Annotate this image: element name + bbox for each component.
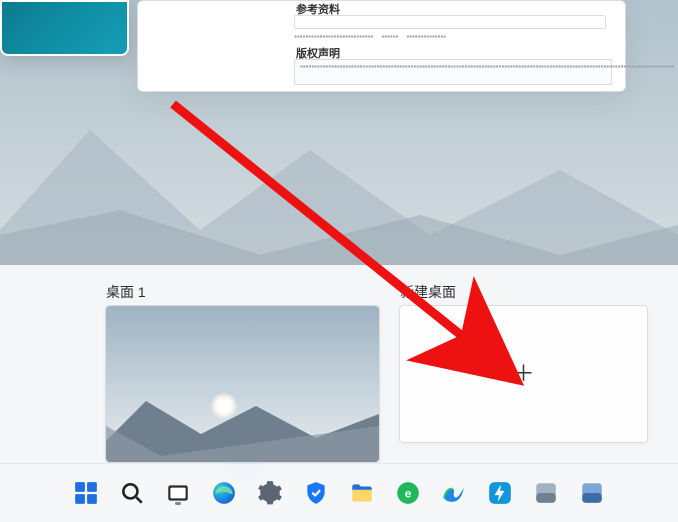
taskbar: e xyxy=(0,463,678,522)
new-desktop-label: 新建桌面 xyxy=(400,282,456,302)
search-button[interactable] xyxy=(116,477,148,509)
thunder-button[interactable] xyxy=(484,477,516,509)
taskbar-active-indicator xyxy=(175,502,181,505)
open-window-thumbnail[interactable] xyxy=(0,0,129,56)
browser-360-button[interactable]: e xyxy=(392,477,424,509)
desktop-1-label: 桌面 1 xyxy=(106,282,146,302)
wemeet-button[interactable] xyxy=(438,477,470,509)
start-button[interactable] xyxy=(70,477,102,509)
svg-text:e: e xyxy=(405,486,412,500)
file-explorer-button[interactable] xyxy=(346,477,378,509)
virtual-desktop-strip: 桌面 1 xyxy=(0,265,678,464)
plus-icon: ＋ xyxy=(512,363,534,385)
doc-body-text: ▪▪▪▪▪▪▪▪▪▪▪▪▪▪▪▪▪▪▪▪▪▪▪▪▪▪▪▪ ▪▪▪▪▪▪ ▪▪▪▪… xyxy=(294,31,614,42)
settings-button[interactable] xyxy=(254,477,286,509)
pinned-app-b[interactable] xyxy=(576,477,608,509)
new-desktop-button[interactable]: ＋ xyxy=(399,305,648,443)
task-view-screen: 参考资料 ▪▪▪▪▪▪▪▪▪▪▪▪▪▪▪▪▪▪▪▪▪▪▪▪▪▪▪▪ ▪▪▪▪▪▪… xyxy=(0,0,678,522)
doc-body-text-2: ▪▪▪▪▪▪▪▪▪▪▪▪▪▪▪▪▪▪▪▪▪▪▪▪▪▪▪▪▪▪▪▪▪▪▪▪▪▪▪▪… xyxy=(300,61,604,72)
desktop-1-thumbnail[interactable] xyxy=(105,305,380,463)
edge-browser-button[interactable] xyxy=(208,477,240,509)
security-center-button[interactable] xyxy=(300,477,332,509)
pinned-app-a[interactable] xyxy=(530,477,562,509)
open-window-document[interactable]: 参考资料 ▪▪▪▪▪▪▪▪▪▪▪▪▪▪▪▪▪▪▪▪▪▪▪▪▪▪▪▪ ▪▪▪▪▪▪… xyxy=(137,0,626,92)
